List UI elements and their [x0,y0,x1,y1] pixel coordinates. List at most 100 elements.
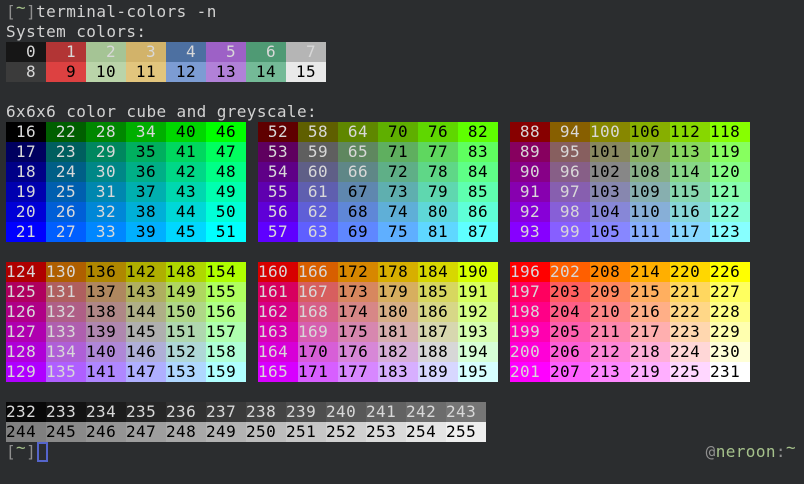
color-swatch-48: 48 [206,162,246,182]
color-swatch-46: 46 [206,122,246,142]
color-swatch-23: 23 [46,142,86,162]
color-swatch-249: 249 [206,422,246,442]
color-swatch-42: 42 [166,162,206,182]
color-swatch-225: 225 [670,362,710,382]
terminal-screen[interactable]: [~]terminal-colors -n System colors: 012… [0,0,804,484]
color-swatch-160: 160 [258,262,298,282]
color-swatch-205: 205 [550,322,590,342]
color-swatch-246: 246 [86,422,126,442]
cube-block-196-line-2: 197203209215221227 [510,282,750,302]
color-swatch-191: 191 [458,282,498,302]
color-swatch-237: 237 [206,402,246,422]
color-swatch-113: 113 [670,142,710,162]
color-swatch-70: 70 [378,122,418,142]
color-swatch-82: 82 [458,122,498,142]
cube-block-160-line-1: 160166172178184190 [258,262,498,282]
color-swatch-109: 109 [630,182,670,202]
cube-block-52-line-3: 546066727884 [258,162,498,182]
color-swatch-91: 91 [510,182,550,202]
status-hostname: neroon [716,442,776,461]
color-swatch-128: 128 [6,342,46,362]
color-swatch-146: 146 [126,342,166,362]
color-swatch-212: 212 [590,342,630,362]
system-colors-row-2: 89101112131415 [6,62,804,82]
color-swatch-40: 40 [166,122,206,142]
cube-block-124-line-2: 125131137143149155 [6,282,246,302]
cube-block-16-line-4: 192531374349 [6,182,246,202]
color-swatch-238: 238 [246,402,286,422]
color-swatch-134: 134 [46,342,86,362]
color-swatch-233: 233 [46,402,86,422]
color-swatch-96: 96 [550,162,590,182]
color-swatch-19: 19 [6,182,46,202]
command-text: terminal-colors -n [36,2,217,21]
color-swatch-1: 1 [46,42,86,62]
color-swatch-114: 114 [670,162,710,182]
color-swatch-54: 54 [258,162,298,182]
color-swatch-224: 224 [670,342,710,362]
cube-block-160: 1601661721781841901611671731791851911621… [258,262,498,382]
color-swatch-15: 15 [286,62,326,82]
color-swatch-241: 241 [366,402,406,422]
color-swatch-170: 170 [298,342,338,362]
cube-block-16-line-2: 172329354147 [6,142,246,162]
color-swatch-112: 112 [670,122,710,142]
color-swatch-235: 235 [126,402,166,422]
color-swatch-228: 228 [710,302,750,322]
color-swatch-158: 158 [206,342,246,362]
color-swatch-131: 131 [46,282,86,302]
color-swatch-251: 251 [286,422,326,442]
color-swatch-77: 77 [418,142,458,162]
color-swatch-139: 139 [86,322,126,342]
color-swatch-183: 183 [378,362,418,382]
color-swatch-127: 127 [6,322,46,342]
color-swatch-78: 78 [418,162,458,182]
color-swatch-165: 165 [258,362,298,382]
color-swatch-44: 44 [166,202,206,222]
color-swatch-167: 167 [298,282,338,302]
cube-block-52: 5258647076825359657177835460667278845561… [258,122,498,242]
color-swatch-24: 24 [46,162,86,182]
color-swatch-184: 184 [418,262,458,282]
color-swatch-38: 38 [126,202,166,222]
cube-block-52-line-1: 525864707682 [258,122,498,142]
color-swatch-106: 106 [630,122,670,142]
cube-block-16-line-1: 162228344046 [6,122,246,142]
color-swatch-135: 135 [46,362,86,382]
color-swatch-242: 242 [406,402,446,422]
cube-block-160-line-3: 162168174180186192 [258,302,498,322]
greyscale-grid: 2322332342352362372382392402412422432442… [6,402,804,442]
cube-block-160-line-6: 165171177183189195 [258,362,498,382]
color-swatch-227: 227 [710,282,750,302]
color-swatch-140: 140 [86,342,126,362]
color-swatch-7: 7 [286,42,326,62]
color-swatch-152: 152 [166,342,206,362]
blank-line [6,382,804,402]
color-swatch-248: 248 [166,422,206,442]
color-swatch-138: 138 [86,302,126,322]
color-swatch-148: 148 [166,262,206,282]
prompt-bracket-close: ] [26,2,36,21]
color-swatch-71: 71 [378,142,418,162]
color-swatch-213: 213 [590,362,630,382]
color-swatch-189: 189 [418,362,458,382]
bottom-prompt-line: [~] @neroon:~ [6,442,804,462]
color-swatch-244: 244 [6,422,46,442]
cube-block-124-line-1: 124130136142148154 [6,262,246,282]
color-swatch-111: 111 [630,222,670,242]
color-swatch-206: 206 [550,342,590,362]
system-colors-grid: 0123456789101112131415 [6,42,804,82]
color-swatch-172: 172 [338,262,378,282]
greyscale-row-1: 232233234235236237238239240241242243 [6,402,804,422]
color-swatch-201: 201 [510,362,550,382]
color-swatch-203: 203 [550,282,590,302]
color-swatch-11: 11 [126,62,166,82]
color-swatch-103: 103 [590,182,630,202]
color-swatch-79: 79 [418,182,458,202]
color-swatch-26: 26 [46,202,86,222]
cube-block-88-line-6: 9399105111117123 [510,222,750,242]
color-swatch-51: 51 [206,222,246,242]
color-swatch-252: 252 [326,422,366,442]
color-swatch-62: 62 [298,202,338,222]
color-swatch-215: 215 [630,282,670,302]
